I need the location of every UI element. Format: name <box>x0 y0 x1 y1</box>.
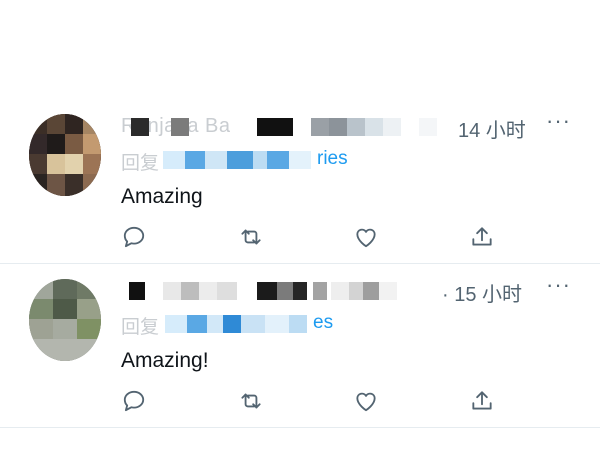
like-icon[interactable] <box>353 388 379 414</box>
reply-handle[interactable]: es <box>313 312 333 334</box>
share-icon[interactable] <box>469 224 495 250</box>
retweet-icon[interactable] <box>238 388 264 414</box>
reply-handle[interactable]: ries <box>317 148 348 170</box>
share-icon[interactable] <box>469 388 495 414</box>
like-icon[interactable] <box>353 224 379 250</box>
tweet[interactable]: · 15 小时 ··· 回复 es Amazing! <box>0 264 600 428</box>
reply-to-line: 回复 ries <box>121 148 381 174</box>
avatar[interactable] <box>29 114 101 196</box>
tweet-text: Amazing! <box>121 349 209 372</box>
more-icon[interactable]: ··· <box>546 108 571 134</box>
reply-icon[interactable] <box>121 224 147 250</box>
more-icon[interactable]: ··· <box>546 272 571 298</box>
reply-to-line: 回复 es <box>121 312 381 338</box>
retweet-icon[interactable] <box>238 224 264 250</box>
timestamp[interactable]: 14 小时 <box>458 114 526 143</box>
reply-prefix: 回复 <box>121 317 160 338</box>
tweet-text: Amazing <box>121 185 203 208</box>
timestamp[interactable]: · 15 小时 <box>442 278 522 307</box>
divider <box>0 427 600 428</box>
tweet[interactable]: Ranjana Ba 14 小时 ··· 回复 ries Amazing <box>0 100 600 264</box>
reply-prefix: 回复 <box>121 153 160 174</box>
reply-icon[interactable] <box>121 388 147 414</box>
avatar[interactable] <box>29 279 101 361</box>
